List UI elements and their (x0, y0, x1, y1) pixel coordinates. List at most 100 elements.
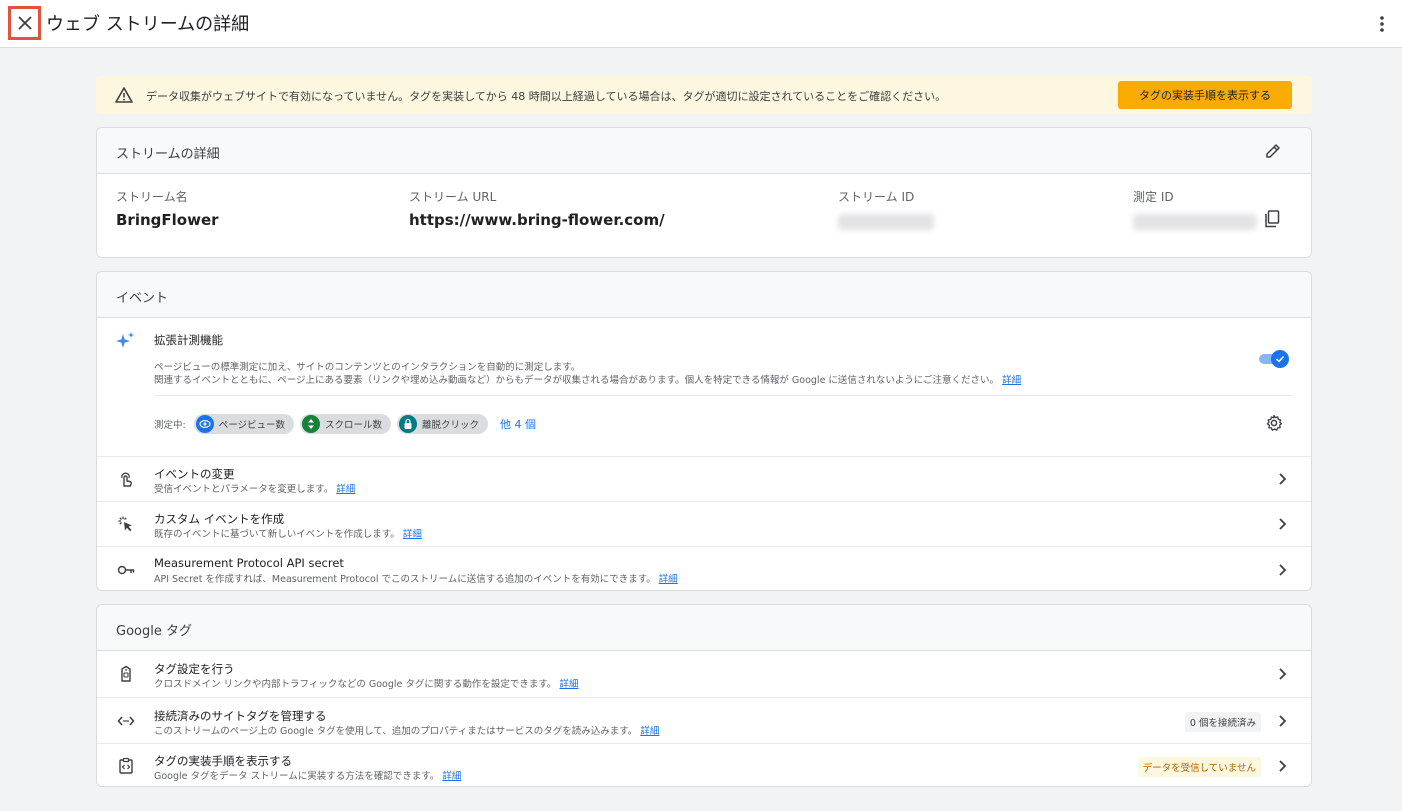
create-custom-event-details-link[interactable]: 詳細 (403, 529, 422, 540)
no-data-status-badge: データを受信していません (1137, 757, 1261, 777)
copy-icon[interactable] (1264, 210, 1280, 228)
chevron-right-icon (1279, 760, 1287, 772)
enhanced-measurement-section: 拡張計測機能 ページビューの標準測定に加え、サイトのコンテンツとのインタラクショ… (97, 318, 1311, 456)
banner-message: データ収集がウェブサイトで有効になっていません。タグを実装してから 48 時間以… (146, 90, 947, 103)
stream-id-field: ストリーム ID (838, 188, 934, 230)
manage-site-tags-details-link[interactable]: 詳細 (640, 726, 659, 737)
key-icon (117, 565, 135, 575)
chevron-right-icon (1279, 473, 1287, 485)
measurement-protocol-desc: API Secret を作成すれば、Measurement Protocol で… (154, 571, 678, 585)
measurement-id-field: 測定 ID (1133, 188, 1257, 230)
stream-id-redacted (838, 214, 934, 230)
manage-site-tags-row[interactable]: 接続済みのサイトタグを管理する このストリームのページ上の Google タグを… (97, 697, 1311, 743)
create-custom-event-row[interactable]: カスタム イベントを作成 既存のイベントに基づいて新しいイベントを作成します。 … (97, 501, 1311, 546)
measuring-chip-row: 測定中: ページビュー数 スクロール数 離脱クリック 他 4 個 (154, 414, 536, 434)
view-tag-instructions-details-link[interactable]: 詳細 (442, 771, 461, 782)
configure-tag-title: タグ設定を行う (154, 662, 235, 676)
measurement-protocol-title: Measurement Protocol API secret (154, 556, 344, 570)
enhanced-measurement-toggle[interactable] (1259, 350, 1289, 368)
stream-name-value: BringFlower (116, 211, 219, 229)
chip-outbound-clicks: 離脱クリック (397, 414, 489, 434)
stream-name-field: ストリーム名 BringFlower (116, 188, 219, 229)
stream-details-header: ストリームの詳細 (97, 128, 1311, 174)
configure-tag-details-link[interactable]: 詳細 (559, 679, 578, 690)
code-clipboard-icon (119, 757, 133, 774)
chevron-right-icon (1279, 564, 1287, 576)
top-bar: ウェブ ストリームの詳細 (0, 0, 1402, 48)
measurement-protocol-row[interactable]: Measurement Protocol API secret API Secr… (97, 546, 1311, 590)
touch-icon (121, 472, 132, 487)
chevron-right-icon (1279, 668, 1287, 680)
stream-url-label: ストリーム URL (409, 190, 497, 204)
enhanced-measurement-details-link[interactable]: 詳細 (1002, 375, 1021, 386)
warning-icon (115, 87, 133, 103)
modify-events-details-link[interactable]: 詳細 (336, 484, 355, 495)
stream-name-label: ストリーム名 (116, 190, 188, 204)
events-title: イベント (116, 291, 169, 306)
events-header: イベント (97, 272, 1311, 318)
stream-id-label: ストリーム ID (838, 190, 915, 204)
chip-scrolls-label: スクロール数 (325, 420, 383, 431)
warning-banner: データ収集がウェブサイトで有効になっていません。タグを実装してから 48 時間以… (96, 76, 1312, 114)
view-tag-instructions-title: タグの実装手順を表示する (154, 754, 292, 768)
enhanced-measurement-title: 拡張計測機能 (154, 333, 223, 347)
modify-events-row[interactable]: イベントの変更 受信イベントとパラメータを変更します。 詳細 (97, 456, 1311, 501)
modify-events-title: イベントの変更 (154, 467, 235, 481)
edit-icon[interactable] (1265, 143, 1281, 159)
connected-count-badge: 0 個を接続済み (1184, 712, 1261, 732)
view-tag-instructions-row[interactable]: タグの実装手順を表示する Google タグをデータ ストリームに実装する方法を… (97, 743, 1311, 786)
chip-outbound-clicks-label: 離脱クリック (422, 420, 480, 431)
manage-site-tags-desc-text: このストリームのページ上の Google タグを使用して、追加のプロパティまたは… (154, 726, 638, 737)
measuring-label: 測定中: (154, 420, 186, 431)
more-vert-icon (1380, 16, 1384, 32)
close-icon (17, 16, 32, 30)
measurement-id-redacted (1133, 214, 1257, 230)
more-events-link[interactable]: 他 4 個 (500, 416, 536, 432)
cursor-click-icon (118, 516, 132, 532)
tag-icon (121, 665, 131, 682)
google-tag-header: Google タグ (97, 605, 1311, 651)
measurement-protocol-details-link[interactable]: 詳細 (659, 574, 678, 585)
view-tag-instructions-desc: Google タグをデータ ストリームに実装する方法を確認できます。 詳細 (154, 768, 461, 782)
check-icon (1275, 355, 1285, 363)
chip-page-views: ページビュー数 (193, 414, 295, 434)
manage-site-tags-title: 接続済みのサイトタグを管理する (154, 709, 327, 723)
enhanced-measurement-desc-1: ページビューの標準測定に加え、サイトのコンテンツとのインタラクションを自動的に測… (154, 362, 581, 373)
chip-scrolls: スクロール数 (300, 414, 392, 434)
page-title: ウェブ ストリームの詳細 (46, 14, 250, 35)
configure-tag-desc-text: クロスドメイン リンクや内部トラフィックなどの Google タグに関する動作を… (154, 679, 557, 690)
stream-url-field: ストリーム URL https://www.bring-flower.com/ (409, 188, 665, 229)
toggle-knob (1271, 350, 1289, 368)
chevron-right-icon (1279, 715, 1287, 727)
enhanced-measurement-desc-text: 関連するイベントとともに、ページ上にある要素（リンクや埋め込み動画など）からもデ… (154, 375, 1000, 386)
google-tag-title: Google タグ (116, 624, 192, 639)
eye-icon (195, 415, 214, 433)
modify-events-desc-text: 受信イベントとパラメータを変更します。 (154, 484, 334, 495)
events-card: イベント 拡張計測機能 ページビューの標準測定に加え、サイトのコンテンツとのイン… (96, 271, 1312, 591)
create-custom-event-title: カスタム イベントを作成 (154, 512, 285, 526)
code-icon (117, 716, 135, 726)
measurement-protocol-desc-text: API Secret を作成すれば、Measurement Protocol で… (154, 574, 656, 585)
enhanced-divider (154, 395, 1291, 396)
stream-details-title: ストリームの詳細 (116, 147, 220, 162)
stream-details-card: ストリームの詳細 ストリーム名 BringFlower ストリーム URL ht… (96, 127, 1312, 258)
configure-tag-desc: クロスドメイン リンクや内部トラフィックなどの Google タグに関する動作を… (154, 676, 578, 690)
measurement-id-label: 測定 ID (1133, 190, 1174, 204)
close-button[interactable] (8, 6, 41, 40)
show-tag-instructions-button[interactable]: タグの実装手順を表示する (1118, 81, 1292, 109)
stream-url-value: https://www.bring-flower.com/ (409, 211, 665, 229)
sparkle-icon (116, 332, 134, 348)
google-tag-card: Google タグ タグ設定を行う クロスドメイン リンクや内部トラフィックなど… (96, 604, 1312, 787)
view-tag-instructions-desc-text: Google タグをデータ ストリームに実装する方法を確認できます。 (154, 771, 440, 782)
chip-page-views-label: ページビュー数 (218, 420, 286, 431)
lock-icon (399, 415, 418, 433)
settings-icon[interactable] (1265, 414, 1283, 432)
create-custom-event-desc: 既存のイベントに基づいて新しいイベントを作成します。 詳細 (154, 526, 422, 540)
enhanced-measurement-desc-2: 関連するイベントとともに、ページ上にある要素（リンクや埋め込み動画など）からもデ… (154, 372, 1021, 386)
more-options-button[interactable] (1374, 12, 1390, 36)
configure-tag-row[interactable]: タグ設定を行う クロスドメイン リンクや内部トラフィックなどの Google タ… (97, 651, 1311, 697)
create-custom-event-desc-text: 既存のイベントに基づいて新しいイベントを作成します。 (154, 529, 400, 540)
manage-site-tags-desc: このストリームのページ上の Google タグを使用して、追加のプロパティまたは… (154, 723, 659, 737)
chevron-right-icon (1279, 518, 1287, 530)
modify-events-desc: 受信イベントとパラメータを変更します。 詳細 (154, 481, 355, 495)
